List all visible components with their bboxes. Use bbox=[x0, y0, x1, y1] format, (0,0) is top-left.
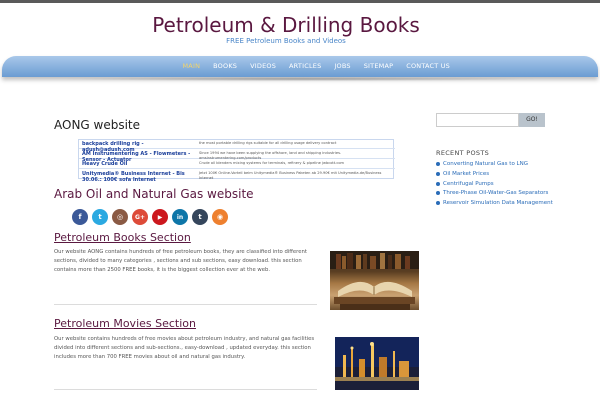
instagram-icon[interactable]: ◎ bbox=[112, 209, 128, 225]
bullet-icon bbox=[436, 162, 440, 166]
social-icons: f t ◎ G+ ▶ in t ◉ bbox=[72, 209, 228, 225]
youtube-icon[interactable]: ▶ bbox=[152, 209, 168, 225]
google-plus-icon[interactable]: G+ bbox=[132, 209, 148, 225]
refinery-image[interactable] bbox=[335, 337, 419, 390]
ad-row: backpack drilling rig - adush@adush.com … bbox=[79, 140, 395, 153]
top-bar bbox=[0, 0, 600, 3]
ad-row: Heavy Crude Oil Crude oil blenders mixin… bbox=[79, 160, 395, 169]
ad-description: Since 1994 we have been supplying the of… bbox=[199, 151, 342, 160]
recent-post-link[interactable]: Converting Natural Gas to LNG bbox=[443, 161, 528, 167]
search-button[interactable]: GO! bbox=[519, 113, 545, 127]
ad-block: backpack drilling rig - adush@adush.com … bbox=[78, 139, 395, 183]
ad-description: Crude oil blenders mixing systems for te… bbox=[199, 161, 345, 165]
books-image[interactable] bbox=[330, 251, 419, 310]
section-divider bbox=[54, 389, 317, 390]
bullet-icon bbox=[436, 181, 440, 186]
ad-link[interactable]: Unitymedia® Business Internet - Bis 30.0… bbox=[82, 171, 194, 183]
rss-icon[interactable]: ◉ bbox=[212, 209, 228, 225]
recent-post-item[interactable]: Oil Market Prices bbox=[436, 171, 553, 177]
page-title: AONG website bbox=[54, 118, 141, 132]
site-tagline: FREE Petroleum Books and Videos bbox=[226, 37, 346, 45]
recent-post-item[interactable]: Converting Natural Gas to LNG bbox=[436, 161, 553, 167]
nav-item-sitemap[interactable]: SITEMAP bbox=[357, 62, 400, 70]
ad-row: Unitymedia® Business Internet - Bis 30.0… bbox=[79, 170, 395, 183]
nav-item-videos[interactable]: VIDEOS bbox=[244, 62, 283, 70]
recent-post-link[interactable]: Three-Phase Oil-Water-Gas Separators bbox=[443, 190, 548, 196]
recent-posts-list: Converting Natural Gas to LNG Oil Market… bbox=[436, 161, 553, 210]
movies-section-text: Our website contains hundreds of free mo… bbox=[54, 336, 315, 360]
tumblr-icon[interactable]: t bbox=[192, 209, 208, 225]
bullet-icon bbox=[436, 201, 440, 206]
search-input[interactable] bbox=[436, 113, 519, 127]
ad-description: the most portable drilling rigs suitable… bbox=[199, 141, 337, 145]
nav-items: MAIN BOOKS VIDEOS ARTICLES JOBS SITEMAP … bbox=[176, 62, 457, 70]
recent-post-link[interactable]: Centrifugal Pumps bbox=[443, 181, 494, 187]
twitter-icon[interactable]: t bbox=[92, 209, 108, 225]
recent-post-item[interactable]: Three-Phase Oil-Water-Gas Separators bbox=[436, 190, 553, 196]
recent-post-link[interactable]: Oil Market Prices bbox=[443, 171, 489, 177]
recent-post-link[interactable]: Reservoir Simulation Data Management bbox=[443, 200, 553, 206]
books-section-text: Our website AONG contains hundreds of fr… bbox=[54, 249, 307, 273]
ad-link[interactable]: Heavy Crude Oil bbox=[82, 161, 194, 167]
site-title[interactable]: Petroleum & Drilling Books bbox=[0, 13, 572, 37]
nav-item-contact-us[interactable]: CONTACT US bbox=[400, 62, 457, 70]
ad-row: AM Instrumentering AS - Flowmeters - Sen… bbox=[79, 150, 395, 163]
books-section-link[interactable]: Petroleum Books Section bbox=[54, 231, 191, 244]
nav-item-articles[interactable]: ARTICLES bbox=[283, 62, 328, 70]
recent-posts-title: RECENT POSTS bbox=[436, 149, 490, 157]
nav-shadow bbox=[60, 77, 540, 81]
bullet-icon bbox=[436, 191, 440, 196]
recent-post-item[interactable]: Centrifugal Pumps bbox=[436, 181, 553, 187]
ad-description: Jetzt 100€ Online-Vorteil beim Unitymedi… bbox=[199, 171, 382, 180]
linkedin-icon[interactable]: in bbox=[172, 209, 188, 225]
nav-item-jobs[interactable]: JOBS bbox=[328, 62, 357, 70]
nav-item-main[interactable]: MAIN bbox=[176, 62, 207, 70]
movies-section-link[interactable]: Petroleum Movies Section bbox=[54, 317, 196, 330]
bullet-icon bbox=[436, 171, 440, 176]
recent-post-item[interactable]: Reservoir Simulation Data Management bbox=[436, 200, 553, 206]
facebook-icon[interactable]: f bbox=[72, 209, 88, 225]
main-navigation: MAIN BOOKS VIDEOS ARTICLES JOBS SITEMAP … bbox=[2, 56, 598, 77]
section-divider bbox=[54, 304, 317, 305]
site-heading: Arab Oil and Natural Gas website bbox=[54, 187, 254, 201]
nav-item-books[interactable]: BOOKS bbox=[207, 62, 244, 70]
